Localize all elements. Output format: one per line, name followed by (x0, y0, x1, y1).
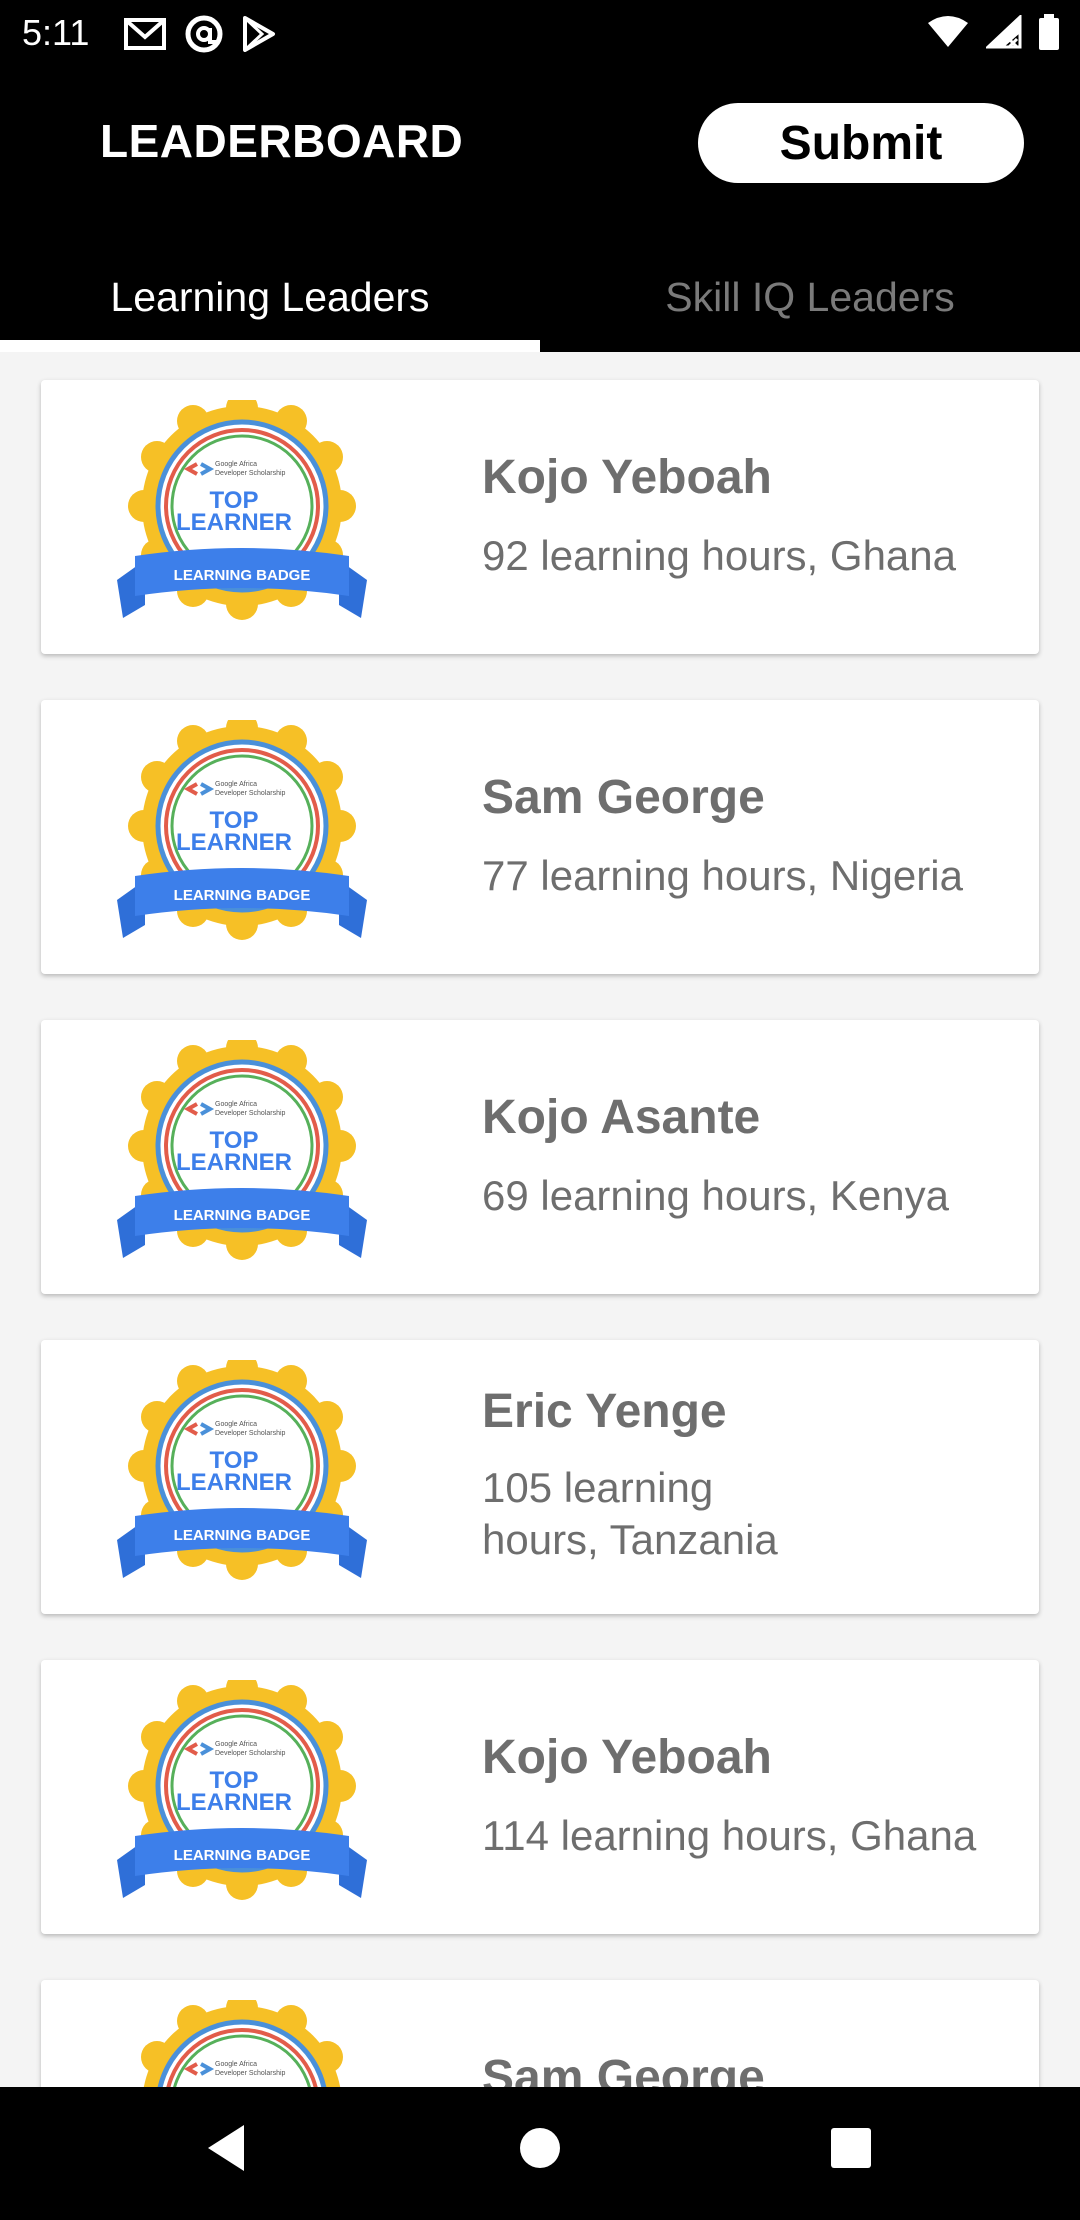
top-learner-badge-icon: Google Africa Developer Scholarship TOP … (117, 720, 367, 940)
badge-ribbon-text: LEARNING BADGE (174, 1207, 311, 1224)
top-learner-badge-icon: Google Africa Developer Scholarship TOP … (117, 1680, 367, 1900)
at-sign-icon (185, 15, 223, 53)
leader-detail: 92 learning hours, Ghana (482, 532, 956, 579)
tab-skill-iq-leaders[interactable]: Skill IQ Leaders (540, 242, 1080, 352)
leader-detail: 77 learning hours, Nigeria (482, 852, 963, 899)
leader-name: Kojo Yeboah (482, 1731, 772, 1784)
badge-ribbon-text: LEARNING BADGE (174, 567, 311, 584)
badge-brand-line2: Developer Scholarship (215, 1430, 286, 1437)
home-icon[interactable] (518, 2123, 562, 2173)
tab-learning-leaders[interactable]: Learning Leaders (0, 242, 540, 352)
badge-brand-line1: Google Africa (215, 1101, 257, 1108)
status-time: 5:11 (22, 12, 90, 53)
signal-icon (986, 15, 1022, 49)
leader-card[interactable]: Google Africa Developer Scholarship TOP … (41, 1660, 1039, 1934)
leader-name: Sam George (482, 771, 765, 824)
badge-brand-line2: Developer Scholarship (215, 1110, 286, 1117)
leader-detail: 114 learning hours, Ghana (482, 1812, 977, 1859)
badge-brand-line2: Developer Scholarship (215, 1750, 286, 1757)
badge-brand-line1: Google Africa (215, 1421, 257, 1428)
badge-learner-text: LEARNER (176, 1789, 292, 1816)
top-learner-badge-icon: Google Africa Developer Scholarship TOP … (141, 2000, 343, 2087)
leader-detail: 105 learning hours, Tanzania (482, 1464, 778, 1563)
badge-ribbon-text: LEARNING BADGE (174, 1527, 311, 1544)
top-learner-badge-icon: Google Africa Developer Scholarship TOP … (117, 1040, 367, 1260)
badge-learner-text: LEARNER (176, 1149, 292, 1176)
wifi-icon (928, 16, 968, 47)
badge-brand-line2: Developer Scholarship (215, 470, 286, 477)
leader-card[interactable]: Google Africa Developer Scholarship TOP … (41, 1340, 1039, 1614)
badge-brand-line2: Developer Scholarship (215, 790, 286, 797)
badge-brand-line1: Google Africa (215, 461, 257, 468)
badge-ribbon-text: LEARNING BADGE (174, 887, 311, 904)
badge-learner-text: LEARNER (176, 509, 292, 536)
tab-indicator (0, 340, 540, 352)
leader-card[interactable]: Google Africa Developer Scholarship TOP … (41, 1020, 1039, 1294)
leader-card[interactable]: Google Africa Developer Scholarship TOP … (41, 380, 1039, 654)
leader-name: Kojo Asante (482, 1091, 761, 1144)
badge-brand-line1: Google Africa (215, 2061, 257, 2068)
gmail-icon (124, 18, 166, 50)
badge-brand-line2: Developer Scholarship (215, 2070, 286, 2077)
badge-learner-text: LEARNER (176, 829, 292, 856)
play-store-icon (243, 16, 275, 52)
battery-icon (1039, 14, 1059, 50)
badge-brand-line1: Google Africa (215, 1741, 257, 1748)
leader-card[interactable]: Google Africa Developer Scholarship TOP … (41, 700, 1039, 974)
leader-card[interactable]: Google Africa Developer Scholarship TOP … (41, 1980, 1039, 2087)
submit-button[interactable]: Submit (698, 103, 1024, 183)
app-bar: LEADERBOARD Submit Learning Leaders Skil… (0, 66, 1080, 352)
leaders-list[interactable]: Google Africa Developer Scholarship TOP … (0, 352, 1080, 2087)
badge-learner-text: LEARNER (176, 1469, 292, 1496)
recents-icon[interactable] (829, 2123, 873, 2173)
leader-name: Eric Yenge (482, 1385, 727, 1438)
back-icon[interactable] (204, 2123, 248, 2173)
page-title: LEADERBOARD (100, 115, 464, 167)
system-nav-bar (0, 2087, 1080, 2220)
leader-name: Sam George (482, 2051, 765, 2087)
top-learner-badge-icon: Google Africa Developer Scholarship TOP … (117, 1360, 367, 1580)
top-learner-badge-icon: Google Africa Developer Scholarship TOP … (117, 400, 367, 620)
badge-ribbon-text: LEARNING BADGE (174, 1847, 311, 1864)
status-bar: 5:11 (0, 0, 1080, 66)
leader-detail: 69 learning hours, Kenya (482, 1172, 949, 1219)
leader-name: Kojo Yeboah (482, 451, 772, 504)
badge-brand-line1: Google Africa (215, 781, 257, 788)
